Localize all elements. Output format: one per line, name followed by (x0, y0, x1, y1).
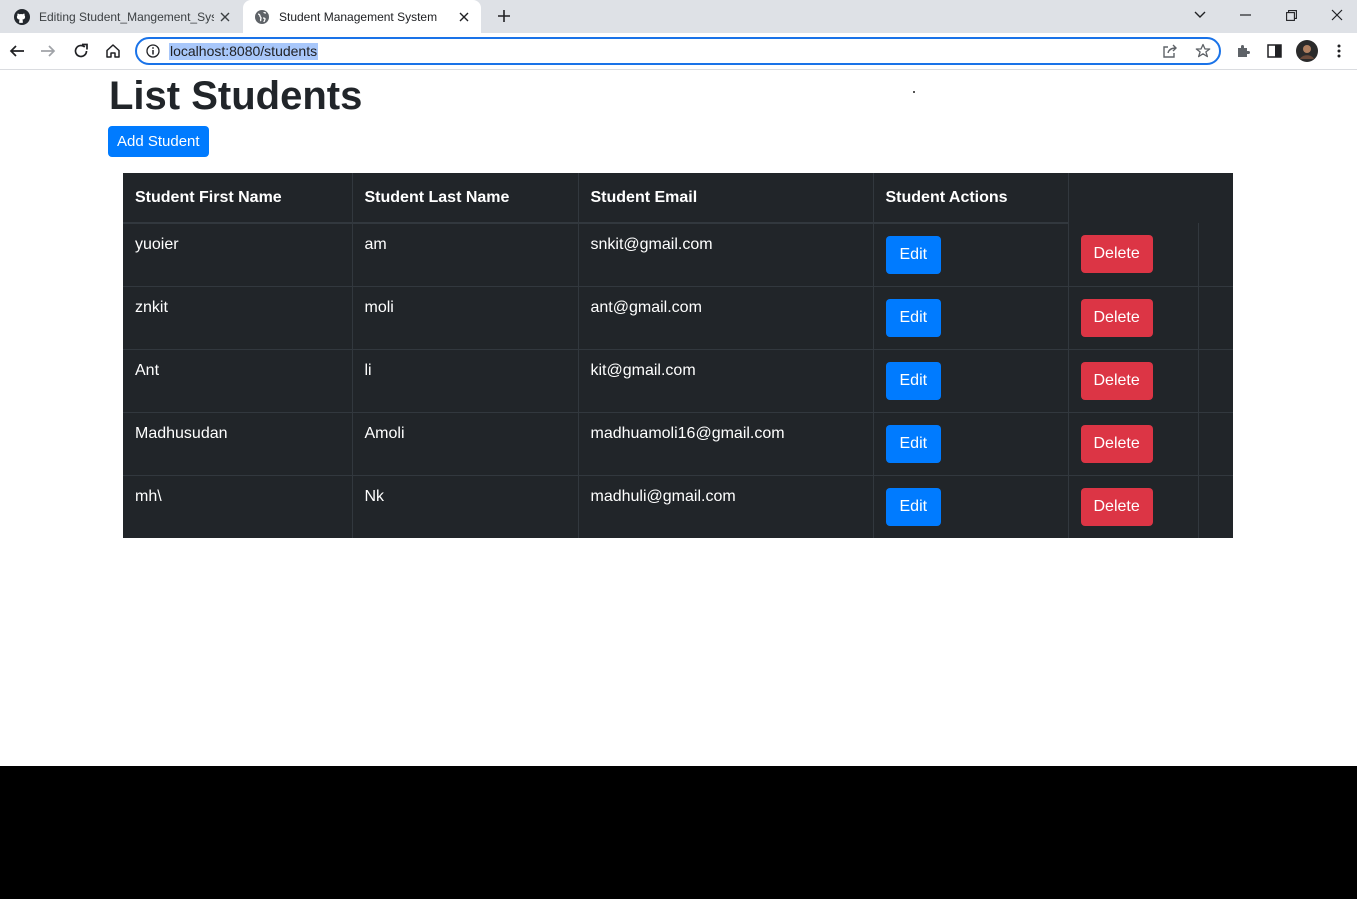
restore-icon (1285, 9, 1297, 21)
cell-last-name: Amoli (352, 412, 579, 476)
address-bar[interactable]: localhost:8080/students (135, 37, 1221, 65)
cell-empty (1198, 412, 1233, 476)
minimize-icon (1239, 14, 1251, 16)
share-icon[interactable] (1162, 43, 1178, 59)
cell-email: ant@gmail.com (578, 286, 874, 350)
reload-button[interactable] (68, 38, 94, 64)
avatar (1296, 40, 1318, 62)
cell-email: madhuamoli16@gmail.com (578, 412, 874, 476)
info-icon[interactable] (146, 44, 160, 58)
close-icon[interactable] (214, 6, 236, 28)
cell-last-name: Nk (352, 475, 579, 538)
table-row: yuoier am snkit@gmail.com Edit Delete (123, 223, 1233, 287)
puzzle-icon (1238, 45, 1250, 57)
globe-icon (255, 9, 269, 24)
extensions-button[interactable] (1230, 38, 1256, 64)
cell-delete: Delete (1068, 412, 1199, 476)
delete-button[interactable]: Delete (1080, 487, 1153, 526)
close-icon (1331, 9, 1343, 21)
home-icon (106, 44, 120, 58)
github-icon (14, 8, 30, 25)
more-vert-icon (1337, 44, 1341, 58)
cell-first-name: znkit (123, 286, 353, 350)
profile-button[interactable] (1294, 38, 1320, 64)
close-icon[interactable] (453, 6, 475, 28)
tab-title: Student Management System (279, 9, 438, 24)
cell-edit: Edit (873, 223, 1069, 287)
minimize-button[interactable] (1222, 0, 1268, 30)
cell-empty (1198, 223, 1233, 287)
cell-edit: Edit (873, 286, 1069, 350)
reload-icon (74, 43, 88, 58)
edit-button[interactable]: Edit (885, 236, 942, 274)
arrow-right-icon (41, 45, 56, 57)
header-email: Student Email (578, 173, 874, 224)
edit-button[interactable]: Edit (885, 487, 942, 526)
header-actions: Student Actions (873, 173, 1069, 224)
new-tab-button[interactable] (492, 4, 516, 28)
star-icon[interactable] (1195, 43, 1211, 59)
add-student-button[interactable]: Add Student (108, 126, 209, 157)
cell-email: kit@gmail.com (578, 349, 874, 413)
cell-email: snkit@gmail.com (578, 223, 874, 287)
chevron-down-icon (1194, 11, 1206, 18)
cell-edit: Edit (873, 475, 1069, 538)
close-window-button[interactable] (1314, 0, 1357, 30)
forward-button[interactable] (35, 38, 61, 64)
delete-button[interactable]: Delete (1080, 424, 1153, 463)
header-last-name: Student Last Name (352, 173, 579, 224)
edit-button[interactable]: Edit (885, 298, 942, 337)
tab-title: Editing Student_Mangement_System (39, 9, 214, 24)
home-button[interactable] (100, 38, 126, 64)
cell-first-name: Ant (123, 349, 353, 413)
tab-search-button[interactable] (1177, 0, 1223, 30)
page-content: List Students Add Student Student First … (0, 70, 1357, 766)
delete-button[interactable]: Delete (1080, 361, 1153, 400)
header-first-name: Student First Name (123, 173, 353, 224)
edit-button[interactable]: Edit (885, 424, 942, 463)
page-title: List Students (109, 74, 363, 118)
table-row: znkit moli ant@gmail.com Edit Delete (123, 286, 1233, 350)
side-panel-button[interactable] (1261, 38, 1287, 64)
table-row: Madhusudan Amoli madhuamoli16@gmail.com … (123, 412, 1233, 476)
tab-strip: Editing Student_Mangement_System Student… (0, 0, 1357, 33)
table-row: Ant li kit@gmail.com Edit Delete (123, 349, 1233, 413)
table-header-row: Student First Name Student Last Name Stu… (123, 173, 1233, 224)
cell-delete: Delete (1068, 223, 1199, 287)
url-text[interactable]: localhost:8080/students (169, 43, 319, 60)
tab-editing-repo[interactable]: Editing Student_Mangement_System (6, 0, 242, 33)
cell-email: madhuli@gmail.com (578, 475, 874, 538)
cell-edit: Edit (873, 412, 1069, 476)
cell-first-name: Madhusudan (123, 412, 353, 476)
cell-first-name: yuoier (123, 223, 353, 287)
cell-empty (1198, 286, 1233, 350)
arrow-left-icon (9, 45, 24, 57)
plus-icon (498, 10, 510, 22)
edit-button[interactable]: Edit (885, 361, 942, 400)
cell-first-name: mh\ (123, 475, 353, 538)
restore-button[interactable] (1268, 0, 1314, 30)
cell-last-name: li (352, 349, 579, 413)
menu-button[interactable] (1326, 38, 1352, 64)
cell-delete: Delete (1068, 349, 1199, 413)
header-empty (1068, 173, 1233, 223)
cell-delete: Delete (1068, 475, 1199, 538)
back-button[interactable] (4, 38, 30, 64)
delete-button[interactable]: Delete (1080, 298, 1153, 337)
cell-last-name: am (352, 223, 579, 287)
tab-student-management[interactable]: Student Management System (243, 0, 481, 33)
cell-delete: Delete (1068, 286, 1199, 350)
cell-last-name: moli (352, 286, 579, 350)
browser-toolbar: localhost:8080/students (0, 33, 1357, 70)
cell-empty (1198, 475, 1233, 538)
cell-empty (1198, 349, 1233, 413)
table-row: mh\ Nk madhuli@gmail.com Edit Delete (123, 475, 1233, 538)
stray-dot (913, 91, 915, 93)
delete-button[interactable]: Delete (1080, 235, 1153, 273)
side-panel-icon (1266, 44, 1282, 58)
students-table: Student First Name Student Last Name Stu… (123, 173, 1233, 538)
cell-edit: Edit (873, 349, 1069, 413)
black-area (0, 766, 1357, 899)
